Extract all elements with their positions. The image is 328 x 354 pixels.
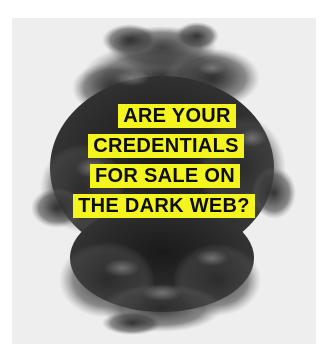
- ad-banner[interactable]: ARE YOUR CREDENTIALS FOR SALE ON THE DAR…: [12, 18, 316, 344]
- headline: ARE YOUR CREDENTIALS FOR SALE ON THE DAR…: [12, 104, 316, 224]
- headline-line-2: CREDENTIALS: [88, 134, 244, 158]
- headline-line-3: FOR SALE ON: [90, 164, 240, 188]
- headline-line-4: THE DARK WEB?: [73, 194, 255, 218]
- headline-line-1: ARE YOUR: [118, 104, 236, 128]
